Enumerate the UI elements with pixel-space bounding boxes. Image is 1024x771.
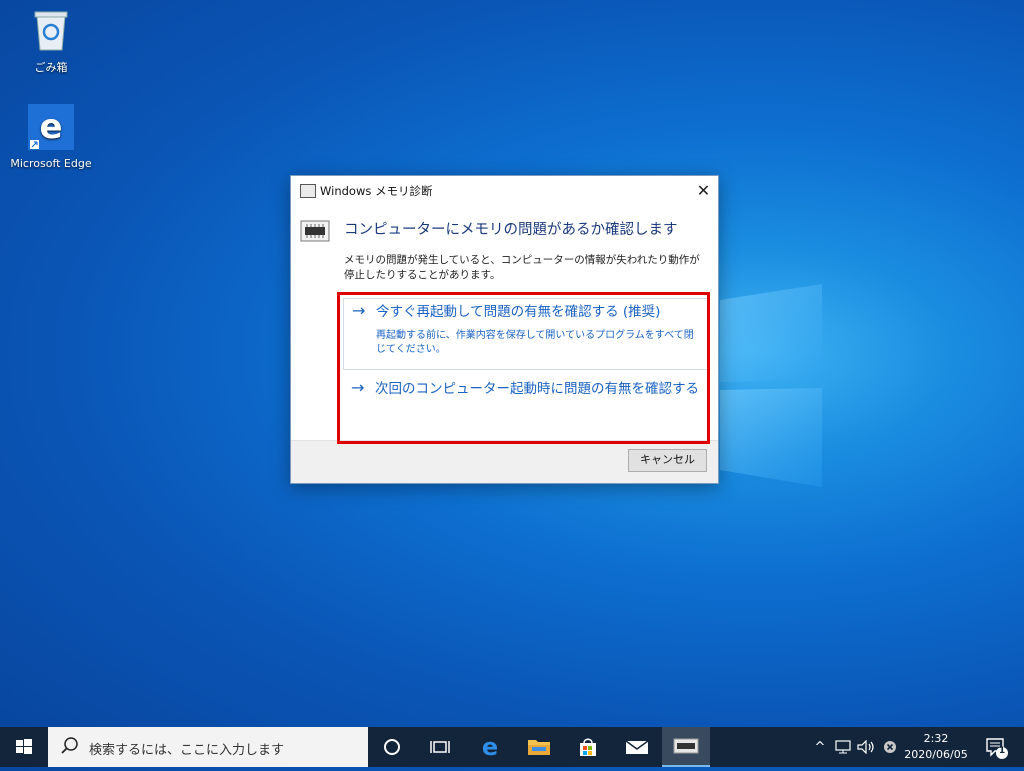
network-icon[interactable] xyxy=(832,727,854,767)
memory-diagnostic-dialog: Windows メモリ診断 ✕ コンピューターにメモリの問題があるか確認します … xyxy=(290,175,719,484)
task-view-icon xyxy=(430,741,450,753)
dialog-description: メモリの問題が発生していると、コンピューターの情報が失われたり動作が停止したりす… xyxy=(344,254,700,281)
desktop-icon-label: ごみ箱 xyxy=(34,61,68,74)
search-placeholder: 検索するには、ここに入力します xyxy=(89,743,285,758)
sound-muted-x-icon[interactable] xyxy=(879,727,901,767)
taskbar-search-box[interactable]: 検索するには、ここに入力します xyxy=(48,727,368,767)
taskbar-memory-diagnostic-button[interactable] xyxy=(662,727,710,767)
arrow-right-icon: → xyxy=(351,378,365,397)
mail-icon xyxy=(625,740,649,754)
task-view-button[interactable] xyxy=(416,727,464,767)
cortana-button[interactable] xyxy=(368,727,416,767)
volume-icon[interactable] xyxy=(855,727,877,767)
taskbar: 検索するには、ここに入力します e ^ 2:32 2020/06/05 1 xyxy=(0,727,1024,767)
desktop-icon-microsoft-edge[interactable]: e Microsoft Edge xyxy=(8,104,94,170)
store-bag-icon xyxy=(580,738,596,756)
edge-icon: e xyxy=(482,735,498,759)
option-label: 次回のコンピューター起動時に問題の有無を確認する xyxy=(375,381,699,397)
taskbar-mail-button[interactable] xyxy=(613,727,661,767)
dialog-heading: コンピューターにメモリの問題があるか確認します xyxy=(344,222,678,238)
svg-text:e: e xyxy=(482,735,498,759)
arrow-right-icon: → xyxy=(352,301,366,320)
taskbar-clock[interactable]: 2:32 2020/06/05 xyxy=(902,731,970,763)
svg-text:e: e xyxy=(39,107,62,147)
desktop-icon-label: Microsoft Edge xyxy=(10,157,92,170)
dialog-title: Windows メモリ診断 xyxy=(320,184,433,198)
folder-icon xyxy=(528,740,550,755)
memory-chip-icon xyxy=(300,220,330,242)
action-center-button[interactable]: 1 xyxy=(976,727,1016,767)
option-label: 今すぐ再起動して問題の有無を確認する (推奨) xyxy=(376,304,661,320)
close-button[interactable]: ✕ xyxy=(689,176,718,205)
recycle-bin-icon xyxy=(34,11,68,51)
taskbar-explorer-button[interactable] xyxy=(515,727,563,767)
dialog-footer: キャンセル xyxy=(291,440,718,483)
notification-count: 1 xyxy=(998,746,1006,756)
desktop-icon-recycle-bin[interactable]: ごみ箱 xyxy=(8,8,94,75)
memory-chip-icon xyxy=(673,738,699,754)
clock-time: 2:32 xyxy=(923,732,949,745)
memory-app-icon xyxy=(300,184,316,198)
taskbar-store-button[interactable] xyxy=(564,727,612,767)
cortana-circle-icon xyxy=(384,739,400,755)
search-icon xyxy=(61,737,78,754)
clock-date: 2020/06/05 xyxy=(904,748,968,761)
dialog-titlebar[interactable]: Windows メモリ診断 ✕ xyxy=(291,176,718,205)
taskbar-edge-button[interactable]: e xyxy=(466,727,514,767)
cancel-button[interactable]: キャンセル xyxy=(628,449,707,472)
edge-icon: e xyxy=(28,104,74,150)
restart-now-option[interactable]: → 今すぐ再起動して問題の有無を確認する (推奨) 再起動する前に、作業内容を保… xyxy=(343,298,708,370)
option-sublabel: 再起動する前に、作業内容を保存して開いているプログラムをすべて閉じてください。 xyxy=(376,330,694,355)
start-button[interactable] xyxy=(0,727,48,767)
check-next-start-option[interactable]: → 次回のコンピューター起動時に問題の有無を確認する xyxy=(343,376,706,426)
windows-start-icon xyxy=(16,739,32,754)
tray-overflow-chevron[interactable]: ^ xyxy=(810,727,830,767)
